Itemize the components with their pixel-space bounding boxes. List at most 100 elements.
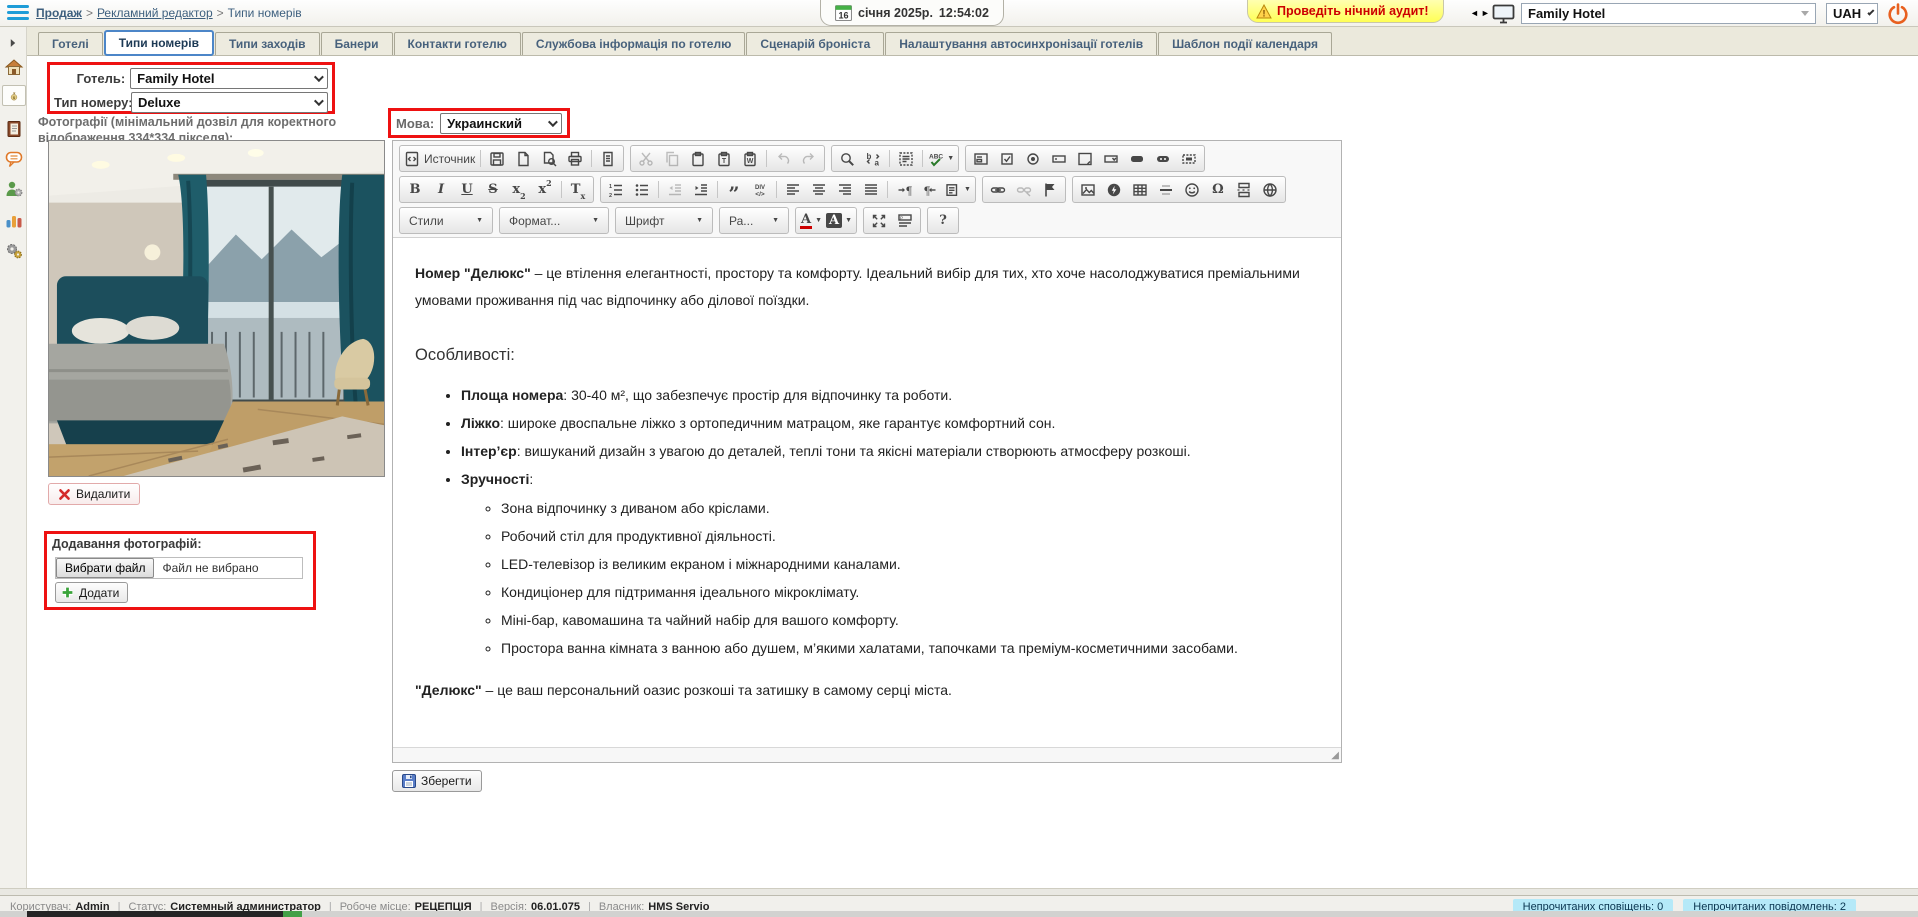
tab-1[interactable]: Готелі xyxy=(38,32,103,55)
tab-3[interactable]: Типи заходів xyxy=(215,32,320,55)
background-color-button[interactable]: A▼ xyxy=(824,209,854,232)
print-button[interactable] xyxy=(562,147,588,170)
div-container-button[interactable]: DIV</> xyxy=(747,178,773,201)
align-center-button[interactable] xyxy=(806,178,832,201)
preview-button[interactable] xyxy=(536,147,562,170)
page-break-button[interactable] xyxy=(1231,178,1257,201)
hidden-field-button[interactable] xyxy=(1176,147,1202,170)
breadcrumb-item[interactable]: Рекламний редактор xyxy=(97,6,213,20)
text-field-button[interactable] xyxy=(1046,147,1072,170)
workstation-icon[interactable] xyxy=(1492,4,1515,24)
room-type-select[interactable]: Deluxe xyxy=(131,92,328,113)
language-button[interactable]: ▼ xyxy=(943,178,973,201)
table-button[interactable] xyxy=(1127,178,1153,201)
hotel-filter-select[interactable]: Family Hotel xyxy=(130,68,328,89)
add-photo-button[interactable]: Додати xyxy=(55,582,128,603)
bold-button[interactable]: B xyxy=(402,178,428,201)
journal-icon[interactable] xyxy=(2,117,26,141)
remove-format-button[interactable]: Tx xyxy=(565,178,591,201)
bulleted-list-button[interactable] xyxy=(629,178,655,201)
align-right-button[interactable] xyxy=(832,178,858,201)
image-button[interactable] xyxy=(1075,178,1101,201)
maximize-button[interactable] xyxy=(866,209,892,232)
format-combo[interactable]: Формат...▼ xyxy=(502,209,606,232)
spell-check-button[interactable]: ABC▼ xyxy=(926,147,956,170)
sales-icon[interactable]: $ xyxy=(2,85,26,106)
text-direction-ltr-button[interactable]: ¶ xyxy=(891,178,917,201)
swap-arrows-icon[interactable]: ◄► xyxy=(1470,8,1492,18)
smiley-button[interactable] xyxy=(1179,178,1205,201)
show-blocks-button[interactable]: P xyxy=(892,209,918,232)
superscript-button[interactable]: x2 xyxy=(532,178,558,201)
paste-from-word-button[interactable]: W xyxy=(737,147,763,170)
paste-button[interactable] xyxy=(685,147,711,170)
hotel-select[interactable]: Family Hotel xyxy=(1521,3,1816,24)
text-color-button[interactable]: A▼ xyxy=(798,209,824,232)
currency-select[interactable]: UAH xyxy=(1826,3,1878,24)
align-left-button[interactable] xyxy=(780,178,806,201)
replace-button[interactable]: ba xyxy=(860,147,886,170)
align-justify-button[interactable] xyxy=(858,178,884,201)
chat-icon[interactable] xyxy=(2,147,26,171)
radio-icon xyxy=(1025,151,1041,167)
checkbox-button[interactable] xyxy=(994,147,1020,170)
link-button[interactable] xyxy=(985,178,1011,201)
indent-button[interactable] xyxy=(688,178,714,201)
iframe-button[interactable] xyxy=(1257,178,1283,201)
find-button[interactable] xyxy=(834,147,860,170)
templates-button[interactable] xyxy=(595,147,621,170)
special-char-button[interactable]: Ω xyxy=(1205,178,1231,201)
horizontal-rule-button[interactable] xyxy=(1153,178,1179,201)
features-list: Площа номера: 30-40 м², що забезпечує пр… xyxy=(461,385,1319,659)
form-button[interactable] xyxy=(968,147,994,170)
about-button[interactable]: ? xyxy=(930,209,956,232)
reports-icon[interactable] xyxy=(2,208,26,232)
italic-button[interactable]: I xyxy=(428,178,454,201)
user-settings-icon[interactable] xyxy=(2,177,26,201)
tab-2[interactable]: Типи номерів xyxy=(104,30,214,56)
tab-4[interactable]: Банери xyxy=(321,32,393,55)
save-button[interactable] xyxy=(484,147,510,170)
home-icon[interactable] xyxy=(2,55,26,79)
menu-icon[interactable] xyxy=(7,5,29,23)
image-button-button[interactable] xyxy=(1150,147,1176,170)
tab-9[interactable]: Шаблон події календаря xyxy=(1158,32,1332,55)
flash-button[interactable] xyxy=(1101,178,1127,201)
chevron-down-icon xyxy=(314,96,324,106)
save-button[interactable]: Зберегти xyxy=(392,770,482,792)
expand-arrow-icon[interactable] xyxy=(8,37,18,49)
breadcrumb-item[interactable]: Продаж xyxy=(36,6,82,20)
resize-handle[interactable]: ◢ xyxy=(1331,749,1339,762)
night-audit-warning[interactable]: ! Проведіть нічний аудит! xyxy=(1247,0,1444,23)
strikethrough-button[interactable]: S xyxy=(480,178,506,201)
tab-8[interactable]: Налаштування автосинхронізації готелів xyxy=(885,32,1157,55)
font-combo[interactable]: Шрифт▼ xyxy=(618,209,710,232)
logout-power-button[interactable] xyxy=(1886,2,1910,26)
new-page-button[interactable] xyxy=(510,147,536,170)
anchor-button[interactable] xyxy=(1037,178,1063,201)
language-select[interactable]: Украинский xyxy=(440,113,562,134)
subscript-button[interactable]: x2 xyxy=(506,178,532,201)
source-button[interactable]: Источник xyxy=(402,147,477,170)
paste-plain-text-button[interactable]: T xyxy=(711,147,737,170)
choose-file-button[interactable]: Вибрати файл xyxy=(56,558,154,578)
select-field-button[interactable] xyxy=(1098,147,1124,170)
size-combo[interactable]: Ра...▼ xyxy=(722,209,786,232)
tab-6[interactable]: Службова інформація по готелю xyxy=(522,32,746,55)
select-all-button[interactable] xyxy=(893,147,919,170)
blockquote-button[interactable]: ” xyxy=(721,178,747,201)
tab-7[interactable]: Сценарій броніста xyxy=(746,32,884,55)
text-direction-rtl-button[interactable]: ¶ xyxy=(917,178,943,201)
editor-content[interactable]: Номер "Делюкс" – це втілення елегантност… xyxy=(393,238,1341,747)
styles-combo[interactable]: Стили▼ xyxy=(402,209,490,232)
feature-item: Ліжко: широке двоспальне ліжко з ортопед… xyxy=(461,413,1319,434)
settings-icon[interactable] xyxy=(2,239,26,263)
delete-photo-button[interactable]: Видалити xyxy=(48,483,140,505)
tab-5[interactable]: Контакти готелю xyxy=(394,32,521,55)
radio-button[interactable] xyxy=(1020,147,1046,170)
room-photo[interactable] xyxy=(48,140,385,477)
button-field-button[interactable] xyxy=(1124,147,1150,170)
numbered-list-button[interactable]: 12 xyxy=(603,178,629,201)
textarea-button[interactable] xyxy=(1072,147,1098,170)
underline-button[interactable]: U xyxy=(454,178,480,201)
